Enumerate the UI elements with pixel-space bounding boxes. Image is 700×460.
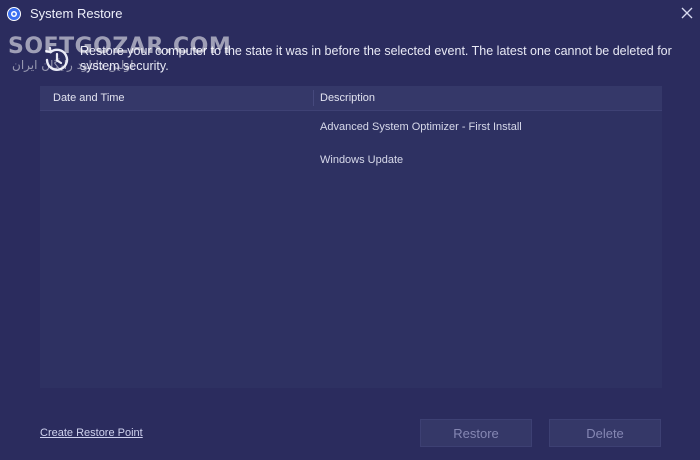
- restore-points-table: Date and Time Description Advanced Syste…: [40, 86, 662, 388]
- create-restore-point-link[interactable]: Create Restore Point: [40, 427, 143, 439]
- restore-info-text: Restore your computer to the state it wa…: [80, 44, 672, 73]
- close-icon[interactable]: [676, 2, 698, 24]
- row-description: Advanced System Optimizer - First Instal…: [320, 121, 522, 133]
- column-header-date[interactable]: Date and Time: [53, 92, 125, 104]
- app-logo-icon: [7, 7, 21, 21]
- title-bar: System Restore: [0, 0, 700, 28]
- table-header: Date and Time Description: [40, 86, 662, 111]
- clock-history-icon: [45, 46, 69, 71]
- window-title: System Restore: [30, 6, 123, 21]
- table-row[interactable]: Windows Update: [40, 144, 662, 177]
- table-row[interactable]: Advanced System Optimizer - First Instal…: [40, 111, 662, 144]
- restore-button[interactable]: Restore: [420, 419, 532, 447]
- column-divider[interactable]: [313, 90, 314, 106]
- row-description: Windows Update: [320, 154, 404, 166]
- column-header-description[interactable]: Description: [320, 92, 375, 104]
- delete-button[interactable]: Delete: [549, 419, 661, 447]
